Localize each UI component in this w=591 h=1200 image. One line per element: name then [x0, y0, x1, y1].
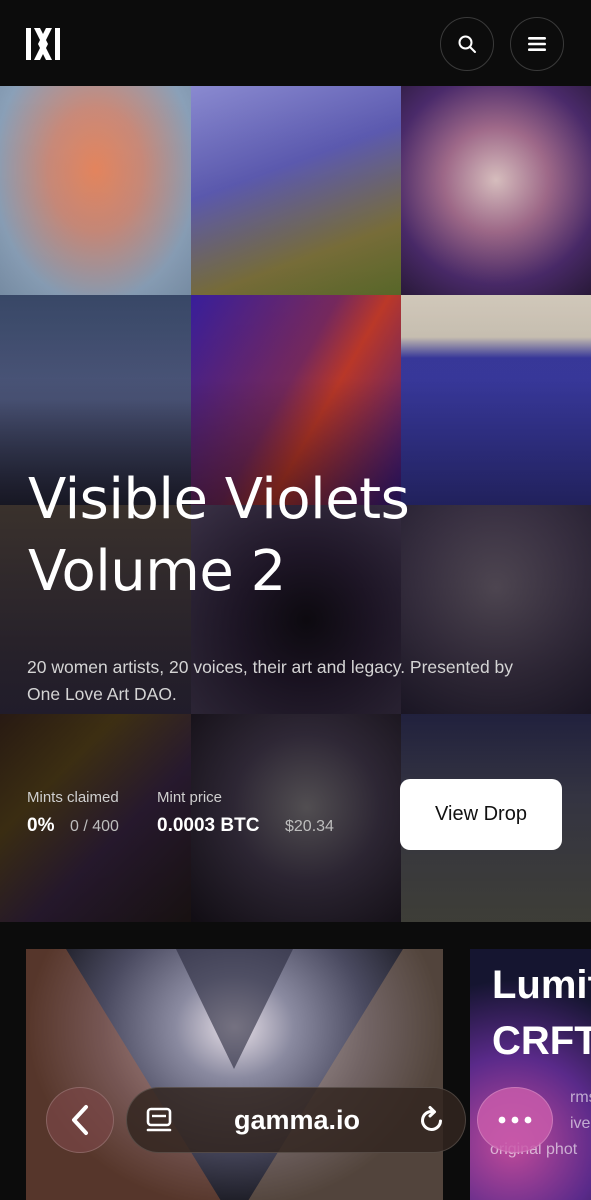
search-icon: [458, 35, 476, 53]
browser-back-button[interactable]: [46, 1087, 114, 1153]
gamma-logo-icon[interactable]: [26, 28, 60, 60]
hero-title-line1: Visible Violets: [28, 467, 410, 532]
top-header: [0, 0, 591, 86]
mints-claimed-label: Mints claimed: [27, 789, 119, 806]
hero-title: Visible Violets Volume 2: [28, 464, 568, 608]
hero-subtitle: 20 women artists, 20 voices, their art a…: [27, 657, 514, 704]
card-title: Lumif CRFT: [492, 963, 591, 1063]
view-drop-button[interactable]: View Drop: [400, 779, 562, 850]
collection-card[interactable]: Lumif CRFT rms b ive c original phot: [470, 949, 591, 1200]
mint-price-usd: $20.34: [285, 818, 334, 835]
browser-more-button[interactable]: [477, 1087, 553, 1153]
reload-icon[interactable]: [417, 1105, 447, 1135]
hero-banner[interactable]: Visible Violets Volume 2 20 women artist…: [0, 86, 591, 922]
browser-url[interactable]: gamma.io: [127, 1105, 467, 1136]
browser-address-bar[interactable]: gamma.io: [126, 1087, 466, 1153]
mints-claimed-percent: 0%: [27, 815, 55, 836]
mint-price-label: Mint price: [157, 789, 223, 806]
menu-button[interactable]: [510, 17, 564, 71]
mints-claimed-count: 0 / 400: [70, 818, 119, 835]
mint-price-btc: 0.0003 BTC: [157, 815, 260, 836]
card-artwork: [26, 949, 443, 1200]
search-button[interactable]: [440, 17, 494, 71]
menu-icon: [528, 37, 546, 51]
chevron-left-icon: [72, 1105, 88, 1135]
collection-card[interactable]: [26, 949, 443, 1200]
hero-title-line2: Volume 2: [28, 539, 286, 604]
more-icon: [498, 1116, 532, 1124]
